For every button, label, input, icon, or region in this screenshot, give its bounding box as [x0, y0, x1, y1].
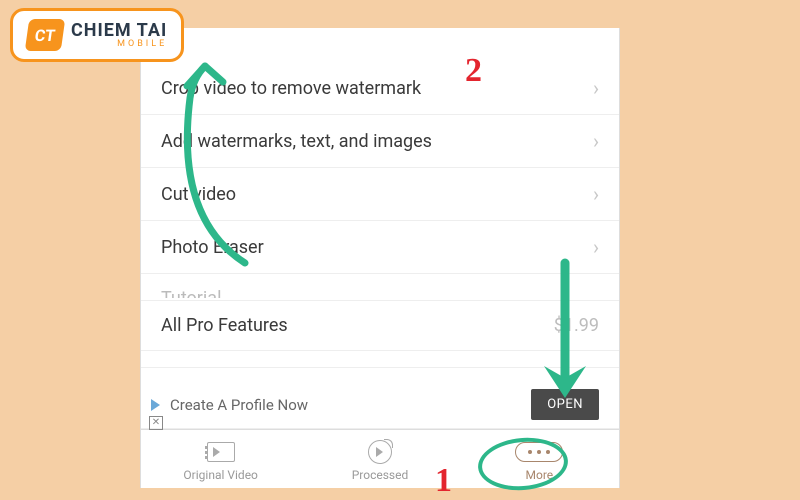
video-icon — [207, 440, 235, 464]
menu-item-label: Crop video to remove watermark — [161, 78, 421, 99]
nav-label: More — [526, 468, 554, 482]
chevron-right-icon: › — [593, 235, 599, 259]
menu-item-tutorial[interactable]: Tutorial — [141, 274, 619, 301]
menu-item-partial[interactable] — [141, 351, 619, 368]
nav-label: Original Video — [183, 468, 257, 482]
more-icon — [515, 440, 563, 464]
app-screen: RE Crop video to remove watermark › Add … — [140, 28, 620, 488]
ad-banner: Create A Profile Now OPEN ✕ — [141, 381, 619, 429]
processed-icon — [368, 440, 392, 464]
section-header: RE — [141, 28, 619, 62]
ad-close-button[interactable]: ✕ — [149, 416, 163, 430]
menu-item-label: Tutorial — [161, 288, 221, 298]
brand-logo-text: CHIEM TAI MOBILE — [71, 22, 167, 49]
nav-processed[interactable]: Processed — [300, 430, 459, 488]
menu-item-cut-video[interactable]: Cut video › — [141, 168, 619, 221]
brand-logo-main: CHIEM TAI — [71, 22, 167, 40]
chevron-right-icon: › — [593, 76, 599, 100]
menu-item-label: All Pro Features — [161, 315, 288, 336]
menu-item-label: Photo Eraser — [161, 237, 264, 258]
ad-text[interactable]: Create A Profile Now — [170, 396, 521, 414]
nav-more[interactable]: More — [460, 430, 619, 488]
chevron-right-icon: › — [593, 129, 599, 153]
price-label: $1.99 — [554, 315, 599, 336]
menu-item-add-watermarks[interactable]: Add watermarks, text, and images › — [141, 115, 619, 168]
nav-label: Processed — [352, 468, 409, 482]
ad-open-button[interactable]: OPEN — [531, 389, 599, 420]
brand-logo: CT CHIEM TAI MOBILE — [10, 8, 184, 62]
ad-indicator-icon — [151, 399, 160, 411]
nav-original-video[interactable]: Original Video — [141, 430, 300, 488]
menu-item-photo-eraser[interactable]: Photo Eraser › — [141, 221, 619, 274]
menu-item-pro-features[interactable]: All Pro Features $1.99 — [141, 301, 619, 351]
brand-logo-badge: CT — [25, 19, 65, 51]
bottom-nav: Original Video Processed More — [141, 429, 619, 488]
menu-list: Crop video to remove watermark › Add wat… — [141, 62, 619, 381]
brand-logo-sub: MOBILE — [71, 40, 167, 49]
menu-item-crop-video[interactable]: Crop video to remove watermark › — [141, 62, 619, 115]
menu-item-label: Add watermarks, text, and images — [161, 131, 432, 152]
menu-item-label: Cut video — [161, 184, 236, 205]
chevron-right-icon: › — [593, 182, 599, 206]
